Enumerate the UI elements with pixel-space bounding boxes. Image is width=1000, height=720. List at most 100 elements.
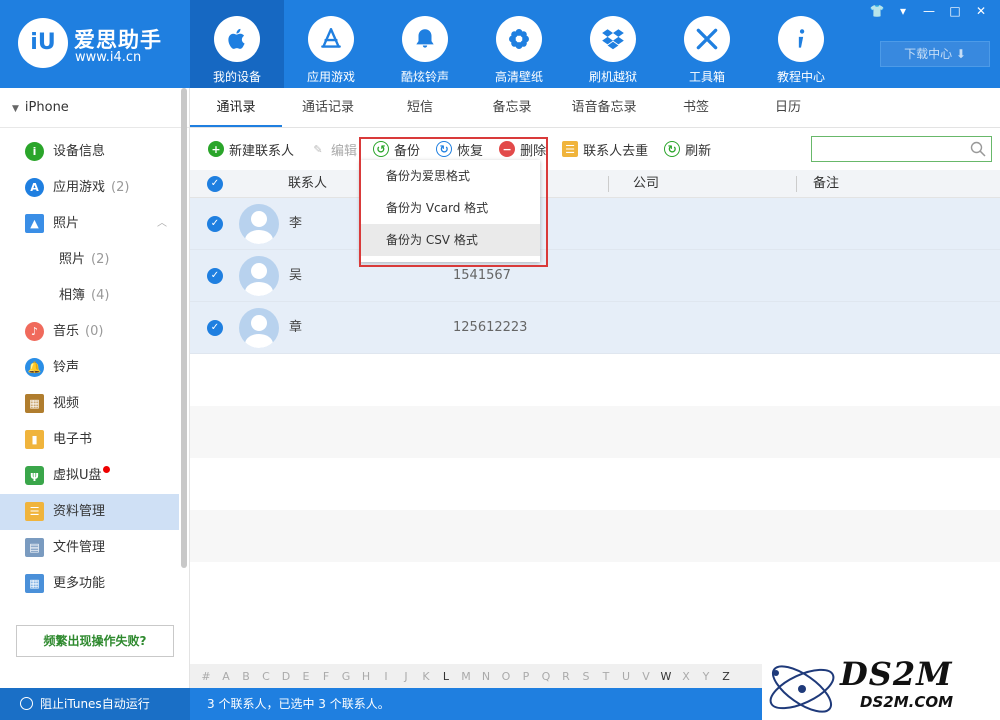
empty-row xyxy=(190,354,1000,406)
device-selector[interactable]: ▼ iPhone xyxy=(0,88,189,128)
nav-wallpapers[interactable]: 高清壁纸 xyxy=(472,0,566,88)
nav-label: 酷炫铃声 xyxy=(400,70,449,84)
alpha-letter[interactable]: K xyxy=(416,670,436,683)
nav-my-device[interactable]: 我的设备 xyxy=(190,0,284,88)
nav-label: 我的设备 xyxy=(212,70,261,84)
sidebar-item-label: 照片 xyxy=(59,252,86,267)
tab-call-log[interactable]: 通话记录 xyxy=(282,88,374,127)
maximize-icon[interactable]: □ xyxy=(946,3,964,19)
alpha-letter[interactable]: C xyxy=(256,670,276,683)
alpha-letter[interactable]: V xyxy=(636,670,656,683)
backup-i4-format-item[interactable]: 备份为爱思格式 xyxy=(360,160,540,192)
row-checkbox[interactable]: ✓ xyxy=(207,216,223,232)
table-row[interactable]: ✓ 章 125612223 xyxy=(190,302,1000,354)
tab-notes[interactable]: 备忘录 xyxy=(466,88,558,127)
sidebar-item-file-management[interactable]: ▤ 文件管理 xyxy=(0,530,189,566)
delete-button[interactable]: − 删除 xyxy=(499,140,546,159)
sidebar-item-count: (2) xyxy=(91,252,110,267)
alpha-letter[interactable]: Q xyxy=(536,670,556,683)
download-center-button[interactable]: 下载中心 ⬇ xyxy=(880,41,990,67)
column-company[interactable]: 公司 xyxy=(633,170,659,198)
table-row[interactable]: ✓ 李 xyxy=(190,198,1000,250)
alpha-letter[interactable]: A xyxy=(216,670,236,683)
nav-toolbox[interactable]: 工具箱 xyxy=(660,0,754,88)
alpha-letter[interactable]: Y xyxy=(696,670,716,683)
frequent-failure-button[interactable]: 频繁出现操作失败? xyxy=(16,625,174,657)
sidebar-item-apps[interactable]: A 应用游戏 (2) xyxy=(0,170,189,206)
alpha-letter[interactable]: I xyxy=(376,670,396,683)
sidebar-item-albums[interactable]: 相簿 (4) xyxy=(0,278,189,314)
edit-button[interactable]: ✎ 编辑 xyxy=(310,140,357,159)
row-checkbox[interactable]: ✓ xyxy=(207,320,223,336)
nav-tutorials[interactable]: 教程中心 xyxy=(754,0,848,88)
alpha-letter[interactable]: B xyxy=(236,670,256,683)
tab-contacts[interactable]: 通讯录 xyxy=(190,88,282,127)
dedupe-contacts-button[interactable]: ☰ 联系人去重 xyxy=(562,140,648,159)
alpha-letter[interactable]: D xyxy=(276,670,296,683)
column-contact[interactable]: 联系人 xyxy=(288,170,327,198)
alpha-letter[interactable]: H xyxy=(356,670,376,683)
nav-ringtones[interactable]: 酷炫铃声 xyxy=(378,0,472,88)
row-checkbox[interactable]: ✓ xyxy=(207,268,223,284)
menu-icon[interactable]: ▾ xyxy=(894,3,912,19)
alpha-letter[interactable]: S xyxy=(576,670,596,683)
select-all-checkbox[interactable]: ✓ xyxy=(207,176,223,192)
restore-button[interactable]: ↻ 恢复 xyxy=(436,140,483,159)
sidebar-scrollbar[interactable] xyxy=(181,88,187,568)
alpha-letter[interactable]: P xyxy=(516,670,536,683)
alpha-letter[interactable]: W xyxy=(656,670,676,683)
alpha-letter[interactable]: T xyxy=(596,670,616,683)
tab-sms[interactable]: 短信 xyxy=(374,88,466,127)
alpha-letter[interactable]: # xyxy=(196,670,216,683)
search-icon[interactable] xyxy=(970,141,986,157)
sidebar-item-more[interactable]: ▦ 更多功能 xyxy=(0,566,189,602)
sidebar-item-count: (0) xyxy=(85,324,104,339)
alpha-letter[interactable]: F xyxy=(316,670,336,683)
search-input[interactable] xyxy=(811,136,992,162)
column-notes[interactable]: 备注 xyxy=(813,170,839,198)
app-store-icon: A xyxy=(25,178,44,197)
alpha-letter[interactable]: G xyxy=(336,670,356,683)
chevron-up-icon[interactable]: ︿ xyxy=(157,206,167,242)
refresh-button[interactable]: ↻ 刷新 xyxy=(664,140,711,159)
sidebar-item-videos[interactable]: ▦ 视频 xyxy=(0,386,189,422)
tab-voice-memos[interactable]: 语音备忘录 xyxy=(558,88,650,127)
sidebar-item-ringtones[interactable]: 🔔 铃声 xyxy=(0,350,189,386)
sidebar-item-device-info[interactable]: i 设备信息 xyxy=(0,134,189,170)
sidebar-item-virtual-usb[interactable]: ψ 虚拟U盘 xyxy=(0,458,189,494)
minimize-icon[interactable]: — xyxy=(920,3,938,19)
alpha-letter[interactable]: O xyxy=(496,670,516,683)
alpha-letter[interactable]: U xyxy=(616,670,636,683)
alpha-letter[interactable]: R xyxy=(556,670,576,683)
alpha-letter[interactable]: E xyxy=(296,670,316,683)
nav-flash-jailbreak[interactable]: 刷机越狱 xyxy=(566,0,660,88)
alpha-letter[interactable]: L xyxy=(436,670,456,683)
block-itunes-toggle[interactable]: 阻止iTunes自动运行 xyxy=(0,688,190,720)
backup-button[interactable]: ↺ 备份 xyxy=(373,140,420,159)
alpha-letter[interactable]: Z xyxy=(716,670,736,683)
sidebar-item-ebooks[interactable]: ▮ 电子书 xyxy=(0,422,189,458)
sidebar-item-photos[interactable]: ▲ 照片 ︿ xyxy=(0,206,189,242)
new-contact-button[interactable]: + 新建联系人 xyxy=(208,140,294,159)
skin-icon[interactable]: 👕 xyxy=(868,3,886,19)
nav-apps[interactable]: 应用游戏 xyxy=(284,0,378,88)
tab-bookmarks[interactable]: 书签 xyxy=(650,88,742,127)
backup-csv-format-item[interactable]: 备份为 CSV 格式 xyxy=(360,224,540,256)
restore-icon: ↻ xyxy=(436,141,453,157)
alpha-letter[interactable]: J xyxy=(396,670,416,683)
alpha-letter[interactable]: M xyxy=(456,670,476,683)
contacts-icon: ☰ xyxy=(562,141,579,157)
grid-icon: ▦ xyxy=(25,574,44,593)
app-logo: iU 爱思助手 www.i4.cn xyxy=(18,18,168,70)
sidebar-item-photos-sub[interactable]: 照片 (2) xyxy=(0,242,189,278)
table-row[interactable]: ✓ 吴 1541567 xyxy=(190,250,1000,302)
alpha-letter[interactable]: N xyxy=(476,670,496,683)
pencil-icon: ✎ xyxy=(310,141,327,157)
sidebar-item-data-management[interactable]: ☰ 资料管理 xyxy=(0,494,179,530)
alpha-letter[interactable]: X xyxy=(676,670,696,683)
sidebar-item-count: (4) xyxy=(91,288,110,303)
close-icon[interactable]: ✕ xyxy=(972,3,990,19)
backup-vcard-format-item[interactable]: 备份为 Vcard 格式 xyxy=(360,192,540,224)
tab-calendar[interactable]: 日历 xyxy=(742,88,834,127)
sidebar-item-music[interactable]: ♪ 音乐 (0) xyxy=(0,314,189,350)
